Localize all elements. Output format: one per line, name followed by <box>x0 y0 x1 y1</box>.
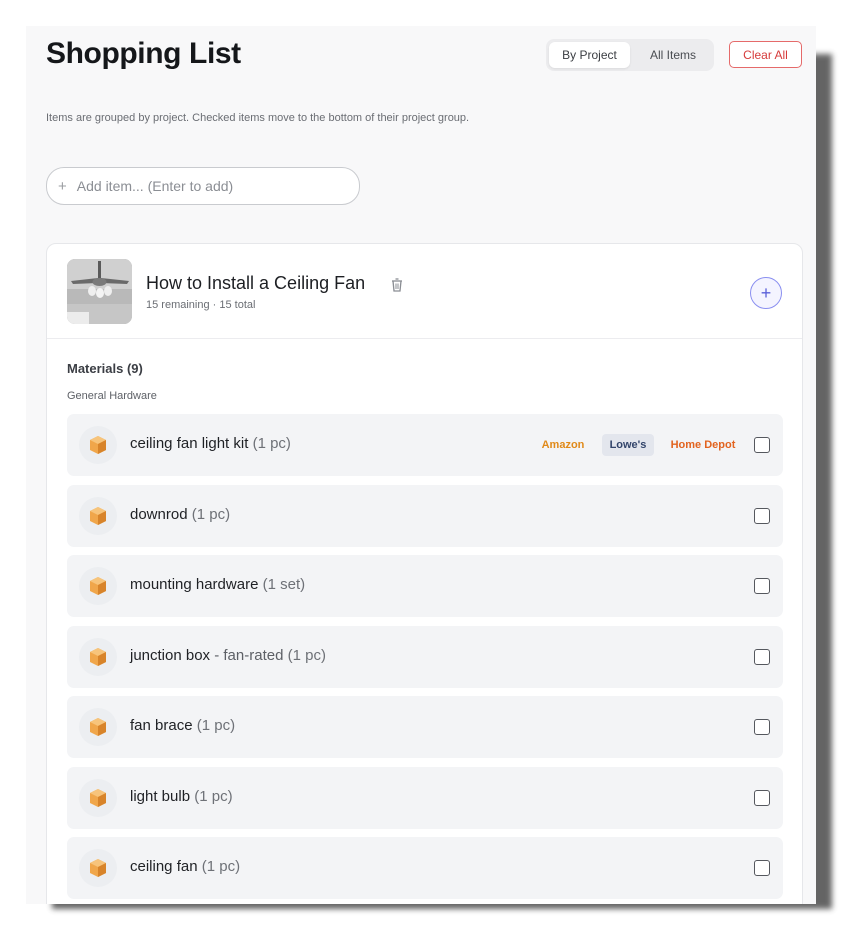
store-link-amazon[interactable]: Amazon <box>537 434 589 456</box>
shopping-list-panel: Shopping List By Project All Items Clear… <box>26 26 816 904</box>
trash-icon[interactable] <box>390 277 404 293</box>
package-icon <box>79 567 117 605</box>
package-icon <box>79 708 117 746</box>
package-icon <box>79 496 117 535</box>
item-checkbox[interactable] <box>754 789 770 806</box>
item-checkbox[interactable] <box>754 437 770 453</box>
item-name: junction box <box>130 646 211 664</box>
item-checkbox[interactable] <box>754 719 770 735</box>
item-quantity: (1 pc) <box>191 505 231 523</box>
store-link-lowes[interactable]: Lowe's <box>602 434 654 456</box>
item-note: - fan-rated <box>210 646 284 664</box>
item-name: mounting hardware <box>130 576 259 593</box>
list-item[interactable]: ceiling fan (1 pc) <box>67 837 783 899</box>
add-item-input[interactable]: + Add item... (Enter to add) <box>46 167 360 205</box>
group-label: General Hardware <box>67 390 157 402</box>
list-item[interactable]: junction box - fan-rated (1 pc) <box>67 625 783 688</box>
item-checkbox[interactable] <box>754 648 770 665</box>
add-item-placeholder: Add item... (Enter to add) <box>76 178 234 194</box>
package-icon <box>79 849 117 887</box>
item-name: fan brace <box>130 717 193 734</box>
list-item[interactable]: fan brace (1 pc) <box>67 696 783 758</box>
project-card: How to Install a Ceiling Fan 15 remainin… <box>46 243 803 904</box>
item-checkbox[interactable] <box>754 578 770 594</box>
item-quantity: (1 pc) <box>194 787 233 805</box>
list-item[interactable]: mounting hardware (1 set) <box>67 555 783 617</box>
add-to-project-button[interactable]: + <box>750 277 782 309</box>
view-toggle: By Project All Items <box>546 39 714 71</box>
project-counts: 15 remaining · 15 total <box>146 299 256 311</box>
item-quantity: (1 pc) <box>201 858 241 875</box>
list-item[interactable]: downrod (1 pc) <box>67 484 783 547</box>
item-list: ceiling fan light kit (1 pc) Amazon Lowe… <box>67 414 783 904</box>
ceiling-fan-image <box>67 259 132 324</box>
item-name: ceiling fan light kit <box>130 435 249 452</box>
project-thumbnail[interactable] <box>67 259 132 324</box>
section-title: Materials (9) <box>67 361 143 376</box>
plus-icon: + <box>58 177 67 195</box>
item-quantity: (1 set) <box>262 576 306 593</box>
list-item[interactable]: light bulb (1 pc) <box>67 766 783 829</box>
list-item[interactable]: ceiling fan light kit (1 pc) Amazon Lowe… <box>67 414 783 476</box>
package-icon <box>79 778 117 817</box>
package-icon <box>79 426 117 464</box>
tab-by-project[interactable]: By Project <box>549 42 630 68</box>
tab-all-items[interactable]: All Items <box>634 42 712 68</box>
project-title: How to Install a Ceiling Fan <box>146 273 366 293</box>
item-checkbox[interactable] <box>754 507 770 524</box>
item-name: ceiling fan <box>130 858 198 875</box>
store-link-home-depot[interactable]: Home Depot <box>667 434 739 456</box>
item-name: downrod <box>130 505 188 523</box>
project-header: How to Install a Ceiling Fan 15 remainin… <box>47 244 802 339</box>
page-description: Items are grouped by project. Checked it… <box>46 112 470 124</box>
item-quantity: (1 pc) <box>252 435 291 452</box>
clear-all-button[interactable]: Clear All <box>729 41 802 68</box>
package-icon <box>79 637 117 676</box>
item-quantity: (1 pc) <box>196 717 236 734</box>
item-checkbox[interactable] <box>754 860 770 876</box>
page-title: Shopping List <box>46 37 241 70</box>
item-quantity: (1 pc) <box>287 646 326 664</box>
item-name: light bulb <box>130 787 191 805</box>
